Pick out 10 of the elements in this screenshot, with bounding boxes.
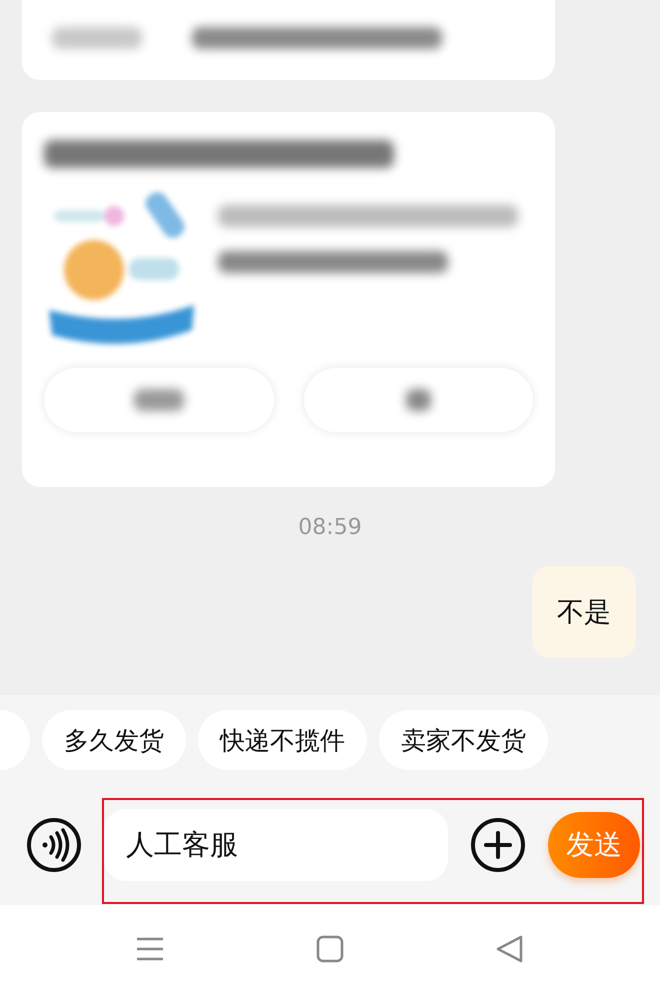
quick-reply-chip[interactable]: 快递不揽件 bbox=[198, 710, 367, 770]
add-icon[interactable] bbox=[470, 817, 526, 873]
message-input[interactable]: 人工客服 bbox=[104, 809, 448, 881]
quick-reply-chip[interactable]: 多久发货 bbox=[42, 710, 186, 770]
message-bubble: 不是 bbox=[532, 566, 636, 658]
timestamp: 08:59 bbox=[298, 515, 362, 540]
voice-icon[interactable] bbox=[26, 817, 82, 873]
quick-reply-chip[interactable]: 卖家不发货 bbox=[379, 710, 548, 770]
home-icon[interactable] bbox=[315, 934, 345, 964]
back-icon[interactable] bbox=[495, 934, 525, 964]
